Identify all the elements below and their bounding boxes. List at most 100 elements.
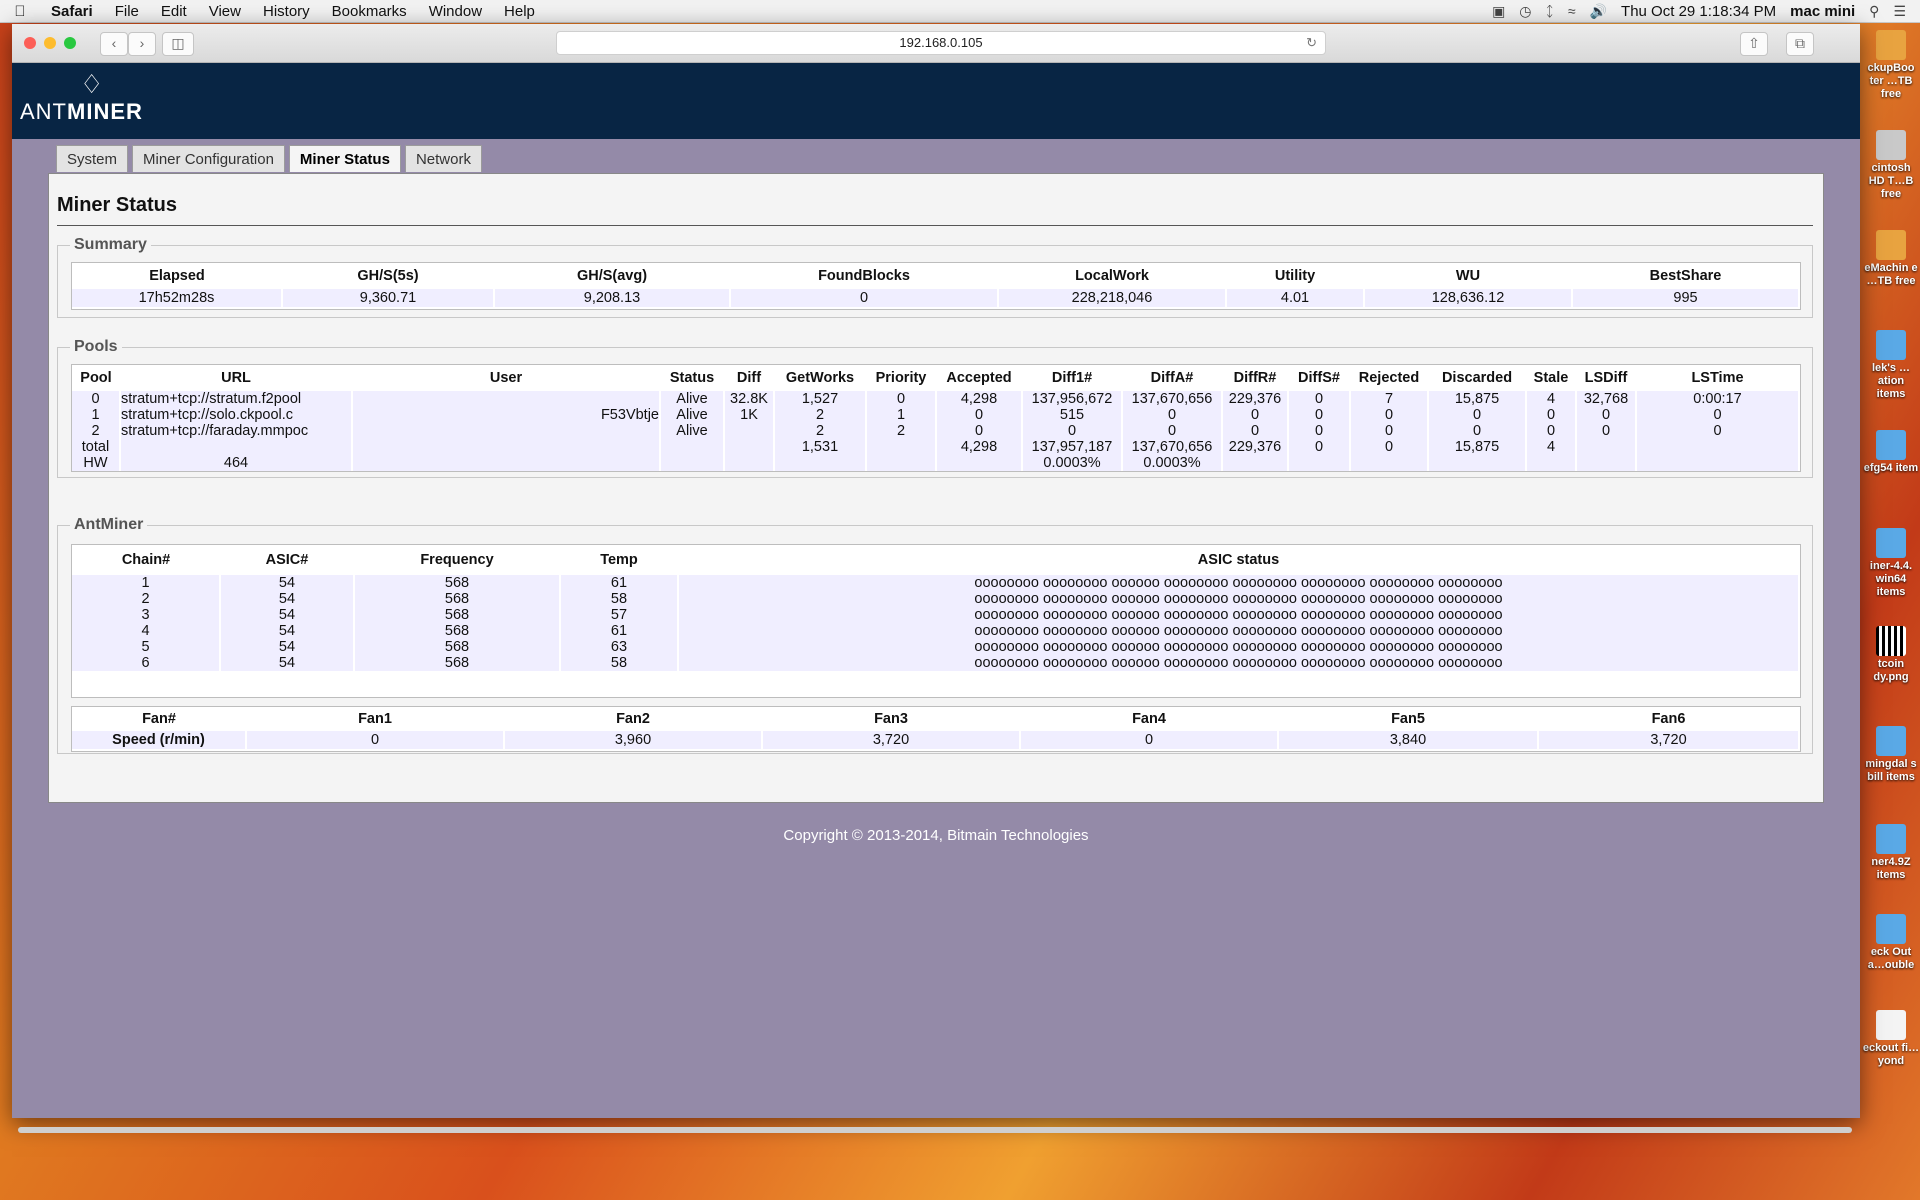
summary-cell: 0 bbox=[730, 289, 999, 307]
fan-row-label: Speed (r/min) bbox=[72, 731, 247, 749]
desktop-icons: ckupBoo ter …TB free cintosh HD T…B free… bbox=[1862, 30, 1920, 1100]
table-row: 6 54 568 58 oooooooo oooooooo oooooo ooooooo… bbox=[72, 655, 1800, 671]
fan-speed-cell: 3,720 bbox=[1538, 731, 1800, 749]
pools-cell: 0 bbox=[1350, 423, 1429, 439]
desktop-item[interactable]: mingdal s bill items bbox=[1862, 726, 1920, 784]
menu-help[interactable]: Help bbox=[493, 3, 546, 20]
screen-share-icon[interactable]: ▣ bbox=[1492, 3, 1505, 20]
desktop-item[interactable]: lek's …ation items bbox=[1862, 330, 1920, 401]
menu-clock[interactable]: Thu Oct 29 1:18:34 PM bbox=[1621, 3, 1776, 20]
content-panel: Miner Status Summary Elapsed GH/S(5s) GH/S… bbox=[48, 173, 1824, 803]
desktop-item[interactable]: tcoin dy.png bbox=[1862, 626, 1920, 684]
menu-history[interactable]: History bbox=[252, 3, 321, 20]
pools-cell: 0 bbox=[1222, 423, 1289, 439]
reload-icon[interactable]: ↻ bbox=[1306, 32, 1317, 54]
pools-legend: Pools bbox=[74, 338, 118, 355]
hw-cell bbox=[1526, 455, 1577, 471]
wifi-icon[interactable]: ≈ bbox=[1568, 3, 1576, 19]
hw-cell bbox=[936, 455, 1023, 471]
tab-network[interactable]: Network bbox=[404, 145, 482, 172]
summary-cell: 4.01 bbox=[1226, 289, 1365, 307]
pools-cell: 0 bbox=[1636, 407, 1800, 423]
summary-header: Elapsed bbox=[149, 268, 205, 284]
chain-cell: 54 bbox=[220, 575, 355, 591]
chain-cell: 57 bbox=[560, 607, 679, 623]
chain-cell: 54 bbox=[220, 623, 355, 639]
chevron-right-icon: › bbox=[139, 35, 145, 51]
hw-cell bbox=[1350, 455, 1429, 471]
fan-header: Fan5 bbox=[1391, 711, 1425, 727]
menu-app[interactable]: Safari bbox=[40, 3, 104, 20]
chain-cell: 54 bbox=[220, 655, 355, 671]
pools-cell: 2 bbox=[72, 423, 121, 439]
pools-cell: 0 bbox=[1350, 439, 1429, 455]
desktop-item[interactable]: ner4.9Z items bbox=[1862, 824, 1920, 882]
tab-miner-status[interactable]: Miner Status bbox=[288, 145, 401, 172]
desktop-item[interactable]: eckout fi…yond bbox=[1862, 1010, 1920, 1068]
forward-button[interactable]: › bbox=[128, 32, 156, 56]
sidebar-icon: ◫ bbox=[171, 35, 185, 51]
pools-cell: 0 bbox=[1288, 423, 1351, 439]
menu-file[interactable]: File bbox=[104, 3, 150, 20]
menu-edit[interactable]: Edit bbox=[150, 3, 198, 20]
asic-status-cell: oooooooo oooooooo oooooo oooooooo oooooo… bbox=[678, 607, 1800, 623]
desktop-item[interactable]: cintosh HD T…B free bbox=[1862, 130, 1920, 201]
pools-cell: total bbox=[72, 439, 121, 455]
menu-view[interactable]: View bbox=[198, 3, 252, 20]
horizontal-scrollbar[interactable] bbox=[18, 1127, 1852, 1133]
pools-cell: 0 bbox=[1526, 407, 1577, 423]
desktop-item[interactable]: eMachin e …TB free bbox=[1862, 230, 1920, 288]
tab-system[interactable]: System bbox=[56, 145, 129, 172]
summary-header: FoundBlocks bbox=[818, 268, 910, 284]
fan-speed-cell: 3,960 bbox=[504, 731, 763, 749]
pools-header: URL bbox=[221, 370, 251, 386]
zoom-button[interactable] bbox=[64, 37, 76, 49]
time-machine-icon[interactable]: ◷ bbox=[1519, 3, 1531, 20]
pools-header: Stale bbox=[1533, 370, 1569, 386]
chain-cell: 58 bbox=[560, 591, 679, 607]
pools-cell: 229,376 bbox=[1222, 439, 1289, 455]
spotlight-icon[interactable]: ⚲ bbox=[1869, 3, 1879, 20]
address-bar[interactable]: 192.168.0.105 ↻ bbox=[556, 31, 1326, 55]
chain-cell: 54 bbox=[220, 591, 355, 607]
pools-header: Discarded bbox=[1441, 370, 1513, 386]
table-row: 1 stratum+tcp://solo.ckpool.c F53Vbtje Aliv… bbox=[72, 407, 1800, 423]
sidebar-button[interactable]: ◫ bbox=[162, 32, 194, 56]
antminer-logo[interactable]: ♢ ANTMINER bbox=[20, 71, 143, 127]
table-row: 5 54 568 63 oooooooo oooooooo oooooo ooooooo… bbox=[72, 639, 1800, 655]
chain-cell: 568 bbox=[354, 575, 561, 591]
folder-icon bbox=[1876, 330, 1906, 360]
menu-bookmarks[interactable]: Bookmarks bbox=[321, 3, 418, 20]
desktop-item[interactable]: efg54 item bbox=[1862, 430, 1920, 475]
menu-bar:  Safari File Edit View History Bookmark… bbox=[0, 0, 1920, 23]
pools-cell: 0 bbox=[1576, 423, 1637, 439]
desktop-item[interactable]: eck Out a…ouble bbox=[1862, 914, 1920, 972]
back-button[interactable]: ‹ bbox=[100, 32, 128, 56]
hw-cell: 464 bbox=[120, 455, 353, 471]
desktop-item[interactable]: iner-4.4. win64 items bbox=[1862, 528, 1920, 599]
pools-cell: 0 bbox=[1576, 407, 1637, 423]
pools-header: Diff1# bbox=[1051, 370, 1093, 386]
pools-cell: 0 bbox=[1122, 407, 1223, 423]
menu-window[interactable]: Window bbox=[418, 3, 493, 20]
desktop-item[interactable]: ckupBoo ter …TB free bbox=[1862, 30, 1920, 101]
share-button[interactable]: ⇧ bbox=[1740, 32, 1768, 56]
nav-tabs: System Miner Configuration Miner Status … bbox=[56, 145, 482, 172]
minimize-button[interactable] bbox=[44, 37, 56, 49]
hw-cell: 0.0003% bbox=[1122, 455, 1223, 471]
title-divider bbox=[57, 225, 1813, 226]
menu-user[interactable]: mac mini bbox=[1790, 3, 1855, 20]
pools-cell: 515 bbox=[1022, 407, 1123, 423]
window-controls bbox=[24, 37, 76, 49]
close-button[interactable] bbox=[24, 37, 36, 49]
hw-cell bbox=[866, 455, 937, 471]
tab-miner-configuration[interactable]: Miner Configuration bbox=[132, 145, 285, 172]
notification-icon[interactable]: ☰ bbox=[1893, 3, 1906, 20]
chain-cell: 568 bbox=[354, 655, 561, 671]
apple-icon[interactable]:  bbox=[0, 3, 40, 20]
tabs-overview-button[interactable]: ⧉ bbox=[1786, 32, 1814, 56]
bluetooth-icon[interactable]: ᛨ bbox=[1546, 3, 1554, 19]
summary-cell: 17h52m28s bbox=[72, 289, 283, 307]
volume-icon[interactable]: 🔊 bbox=[1590, 3, 1607, 20]
asic-status-cell: oooooooo oooooooo oooooo oooooooo oooooo… bbox=[678, 655, 1800, 671]
